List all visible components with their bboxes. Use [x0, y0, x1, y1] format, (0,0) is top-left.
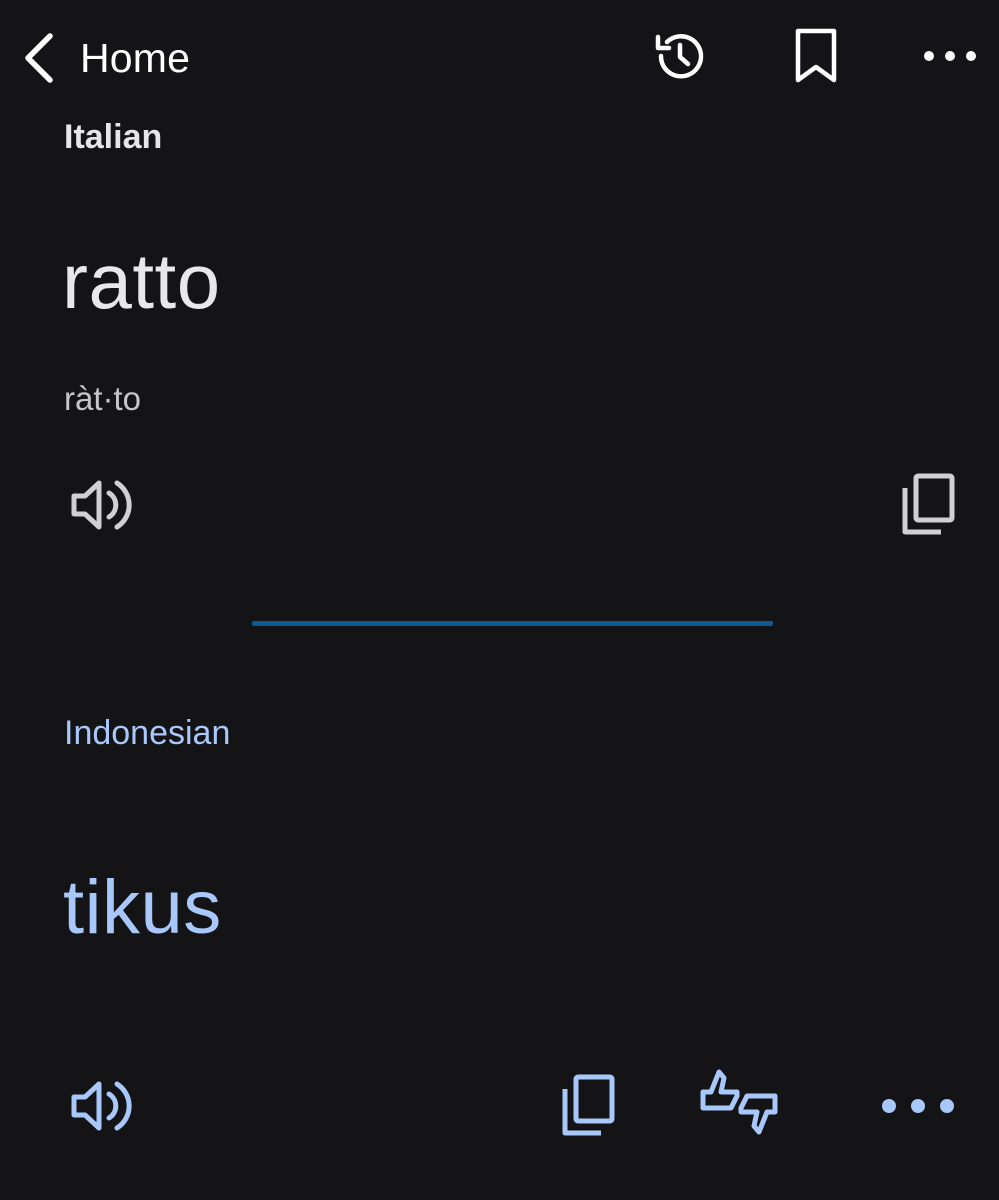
- history-icon: [651, 27, 709, 90]
- more-horizontal-icon: [920, 48, 980, 69]
- source-language-label: Italian: [64, 118, 163, 156]
- back-label: Home: [80, 34, 191, 81]
- header-more-button[interactable]: [918, 26, 982, 90]
- target-speak-button[interactable]: [64, 1072, 136, 1144]
- target-language-label: Indonesian: [64, 714, 231, 752]
- source-copy-button[interactable]: [891, 471, 963, 543]
- speaker-icon: [68, 1076, 132, 1141]
- target-copy-button[interactable]: [551, 1072, 623, 1144]
- chevron-left-icon: [18, 32, 58, 84]
- rate-translation-button[interactable]: [700, 1069, 778, 1142]
- source-word: ratto: [62, 237, 221, 325]
- back-button[interactable]: Home: [18, 28, 190, 88]
- history-button[interactable]: [648, 26, 712, 90]
- copy-icon: [897, 472, 957, 543]
- copy-icon: [557, 1073, 617, 1144]
- target-more-button[interactable]: [882, 1072, 954, 1144]
- bookmark-button[interactable]: [784, 26, 848, 90]
- source-phonetic: ràt·to: [64, 380, 142, 417]
- section-divider: [252, 621, 773, 626]
- source-speak-button[interactable]: [64, 471, 136, 543]
- thumbs-up-down-icon: [699, 1066, 779, 1147]
- speaker-icon: [68, 475, 132, 540]
- bookmark-icon: [792, 27, 840, 90]
- more-horizontal-icon: [880, 1097, 956, 1120]
- target-word: tikus: [63, 865, 222, 950]
